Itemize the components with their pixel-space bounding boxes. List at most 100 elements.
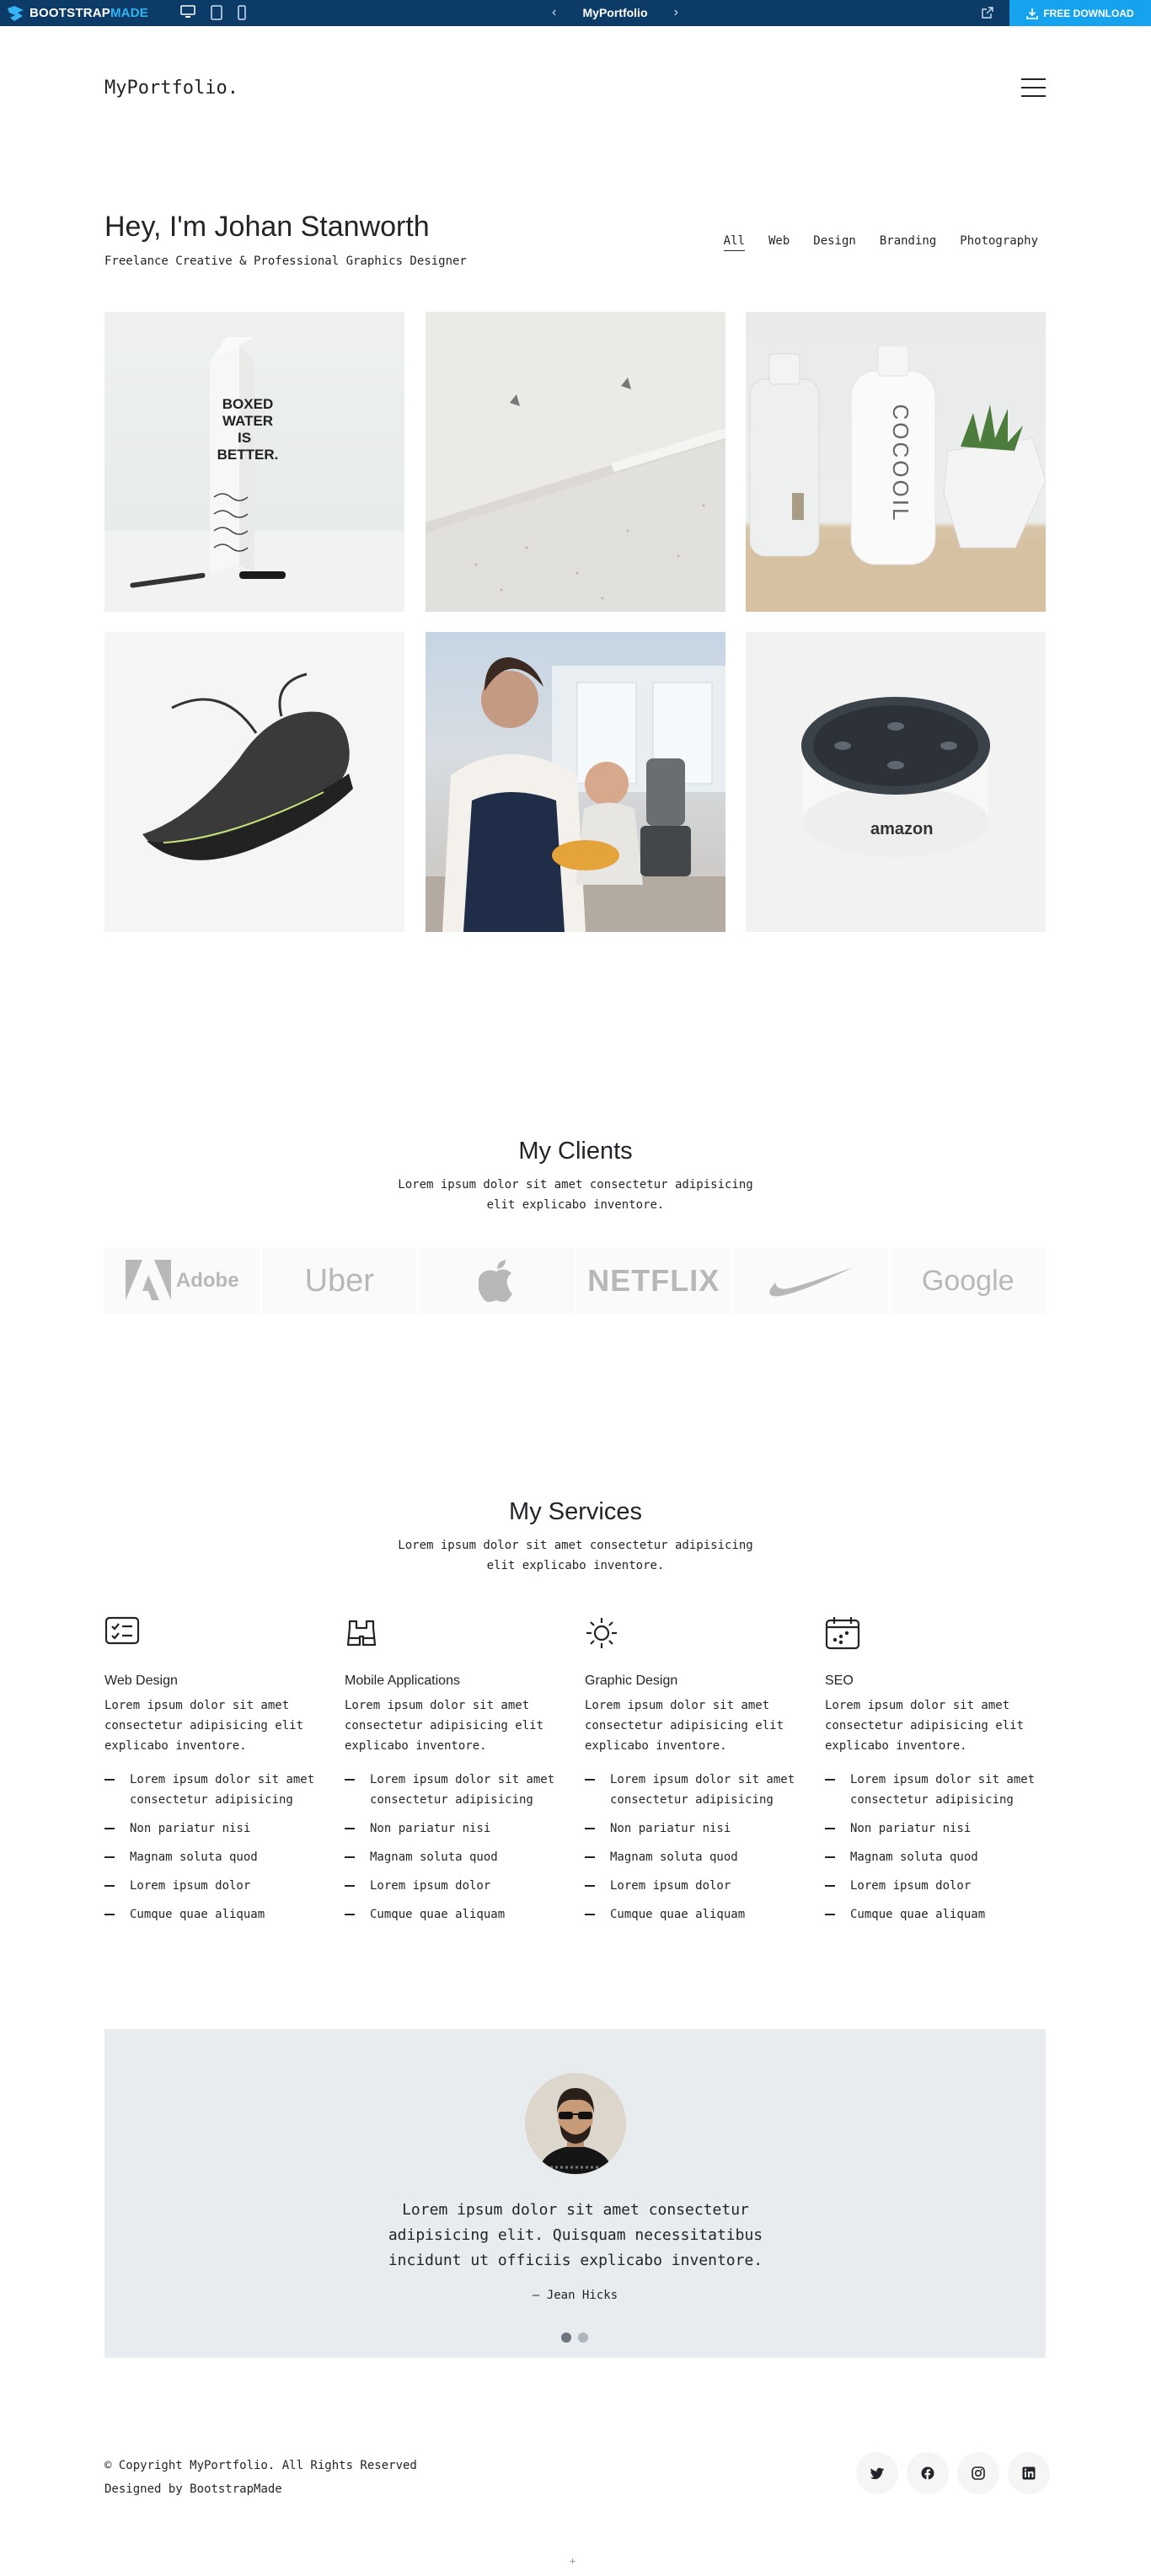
prev-template-icon[interactable]: ‹ bbox=[552, 5, 556, 20]
list-item: Non pariatur nisi bbox=[104, 1818, 317, 1839]
service-title: Graphic Design bbox=[585, 1674, 678, 1688]
list-item: Non pariatur nisi bbox=[345, 1818, 557, 1839]
client-logo-adobe[interactable]: Adobe bbox=[104, 1247, 260, 1315]
bootstrapmade-bar: BOOTSTRAPMADE ‹ MyPortfolio › FREE DOWNL… bbox=[0, 0, 1151, 26]
slider-dot-2[interactable] bbox=[578, 2332, 588, 2343]
sun-icon bbox=[585, 1616, 797, 1650]
filter-photography[interactable]: Photography bbox=[960, 234, 1038, 251]
list-item: Lorem ipsum dolor sit amet consectetur a… bbox=[825, 1770, 1037, 1810]
mobile-icon[interactable] bbox=[238, 5, 246, 24]
template-nav: ‹ MyPortfolio › bbox=[552, 4, 678, 21]
filter-design[interactable]: Design bbox=[813, 234, 856, 251]
kitchen-image bbox=[426, 657, 725, 932]
portfolio-item-body-oil[interactable]: COCOOIL bbox=[746, 312, 1046, 612]
slider-dot-1[interactable] bbox=[561, 2332, 571, 2343]
filter-web[interactable]: Web bbox=[768, 234, 790, 251]
list-item: Magnam soluta quod bbox=[104, 1847, 317, 1867]
brand-part-1: BOOTSTRAP bbox=[29, 6, 110, 20]
twitter-icon[interactable] bbox=[856, 2452, 898, 2494]
svg-text:IS: IS bbox=[238, 430, 251, 446]
services-title: My Services bbox=[509, 1498, 642, 1525]
apple-icon bbox=[479, 1260, 513, 1302]
list-item: Lorem ipsum dolor sit amet consectetur a… bbox=[345, 1770, 557, 1810]
client-logo-uber[interactable]: Uber bbox=[261, 1247, 417, 1315]
desktop-icon[interactable] bbox=[180, 5, 195, 24]
menu-toggle-icon[interactable] bbox=[1021, 76, 1046, 99]
list-item: Cumque quae aliquam bbox=[825, 1904, 1037, 1925]
svg-text:COCOOIL: COCOOIL bbox=[888, 404, 913, 523]
list-item: Lorem ipsum dolor sit amet consectetur a… bbox=[104, 1770, 317, 1810]
free-download-button[interactable]: FREE DOWNLOAD bbox=[1009, 0, 1151, 26]
free-download-label: FREE DOWNLOAD bbox=[1043, 7, 1134, 19]
portfolio-item-echo-dot[interactable]: amazon bbox=[746, 632, 1046, 932]
filter-all[interactable]: All bbox=[723, 234, 745, 251]
next-template-icon[interactable]: › bbox=[674, 5, 678, 20]
client-name-google: Google bbox=[921, 1264, 1014, 1297]
credits: Designed by BootstrapMade bbox=[104, 2477, 417, 2501]
avatar bbox=[525, 2073, 626, 2174]
list-item: Magnam soluta quod bbox=[585, 1847, 797, 1867]
client-logo-netflix[interactable]: NETFLIX bbox=[576, 1247, 731, 1315]
sneaker-image bbox=[142, 672, 353, 860]
bootstrapmade-logo[interactable]: BOOTSTRAPMADE bbox=[7, 4, 148, 22]
list-item: Magnam soluta quod bbox=[825, 1847, 1037, 1867]
portfolio-item-wall-hooks[interactable] bbox=[426, 312, 725, 612]
slider-pagination bbox=[561, 2332, 588, 2343]
svg-text:BETTER.: BETTER. bbox=[217, 447, 279, 463]
list-item: Cumque quae aliquam bbox=[104, 1904, 317, 1925]
filter-branding[interactable]: Branding bbox=[880, 234, 936, 251]
nike-swoosh-icon bbox=[769, 1267, 854, 1297]
list-item: Lorem ipsum dolor sit amet consectetur a… bbox=[585, 1770, 797, 1810]
testimonial-author: — Jean Hicks bbox=[532, 2289, 618, 2302]
service-web-design: Web Design Lorem ipsum dolor sit amet co… bbox=[104, 1616, 317, 1933]
list-item: Cumque quae aliquam bbox=[345, 1904, 557, 1925]
service-text: Lorem ipsum dolor sit amet consectetur a… bbox=[104, 1699, 304, 1753]
service-list: Lorem ipsum dolor sit amet consectetur a… bbox=[345, 1770, 557, 1925]
list-item: Magnam soluta quod bbox=[345, 1847, 557, 1867]
external-link-icon[interactable] bbox=[981, 6, 994, 23]
portfolio-item-sneaker[interactable] bbox=[104, 632, 404, 932]
client-name-uber: Uber bbox=[304, 1262, 374, 1299]
list-item: Non pariatur nisi bbox=[585, 1818, 797, 1839]
service-graphic-design: Graphic Design Lorem ipsum dolor sit ame… bbox=[585, 1616, 797, 1933]
list-item: Lorem ipsum dolor bbox=[104, 1876, 317, 1896]
client-name-netflix: NETFLIX bbox=[587, 1263, 720, 1298]
body-oil-image: COCOOIL bbox=[746, 345, 1046, 612]
facebook-icon[interactable] bbox=[907, 2452, 949, 2494]
tablet-icon[interactable] bbox=[211, 5, 222, 24]
linkedin-icon[interactable] bbox=[1008, 2452, 1050, 2494]
testimonial-quote: Lorem ipsum dolor sit amet consectetur a… bbox=[388, 2201, 763, 2269]
list-item: Lorem ipsum dolor bbox=[345, 1876, 557, 1896]
bootstrapmade-mark-icon bbox=[8, 5, 24, 21]
svg-text:WATER: WATER bbox=[222, 413, 273, 429]
device-switcher bbox=[180, 5, 246, 24]
footer-text: © Copyright MyPortfolio. All Rights Rese… bbox=[104, 2454, 417, 2501]
client-logos: Adobe Uber NETFLIX Google bbox=[104, 1247, 1046, 1315]
list-item: Cumque quae aliquam bbox=[585, 1904, 797, 1925]
page-title: Hey, I'm Johan Stanworth bbox=[104, 211, 430, 243]
client-logo-apple[interactable] bbox=[419, 1247, 575, 1315]
instagram-icon[interactable] bbox=[957, 2452, 999, 2494]
boxed-water-image: BOXED WATER IS BETTER. bbox=[104, 337, 404, 612]
bootstrapmade-link[interactable]: BootstrapMade bbox=[190, 2482, 282, 2496]
portfolio-filters: All Web Design Branding Photography bbox=[723, 234, 1038, 251]
template-name[interactable]: MyPortfolio bbox=[583, 6, 648, 19]
services-description: Lorem ipsum dolor sit amet consectetur a… bbox=[398, 1539, 753, 1572]
list-item: Lorem ipsum dolor bbox=[825, 1876, 1037, 1896]
portfolio-item-boxed-water[interactable]: BOXED WATER IS BETTER. bbox=[104, 312, 404, 612]
client-logo-google[interactable]: Google bbox=[890, 1247, 1046, 1315]
service-list: Lorem ipsum dolor sit amet consectetur a… bbox=[104, 1770, 317, 1925]
svg-text:BOXED: BOXED bbox=[222, 396, 273, 412]
binoculars-icon bbox=[345, 1616, 557, 1650]
service-title: Web Design bbox=[104, 1674, 178, 1688]
calendar-icon bbox=[825, 1616, 1037, 1650]
service-title: SEO bbox=[825, 1674, 854, 1688]
brand-part-2: MADE bbox=[110, 6, 148, 20]
service-text: Lorem ipsum dolor sit amet consectetur a… bbox=[825, 1699, 1025, 1753]
client-logo-nike[interactable] bbox=[733, 1247, 889, 1315]
copyright: © Copyright MyPortfolio. All Rights Rese… bbox=[104, 2459, 417, 2472]
portfolio-item-kitchen[interactable] bbox=[426, 632, 725, 932]
site-logo[interactable]: MyPortfolio. bbox=[104, 78, 238, 99]
checklist-icon bbox=[104, 1616, 317, 1650]
list-item: Non pariatur nisi bbox=[825, 1818, 1037, 1839]
